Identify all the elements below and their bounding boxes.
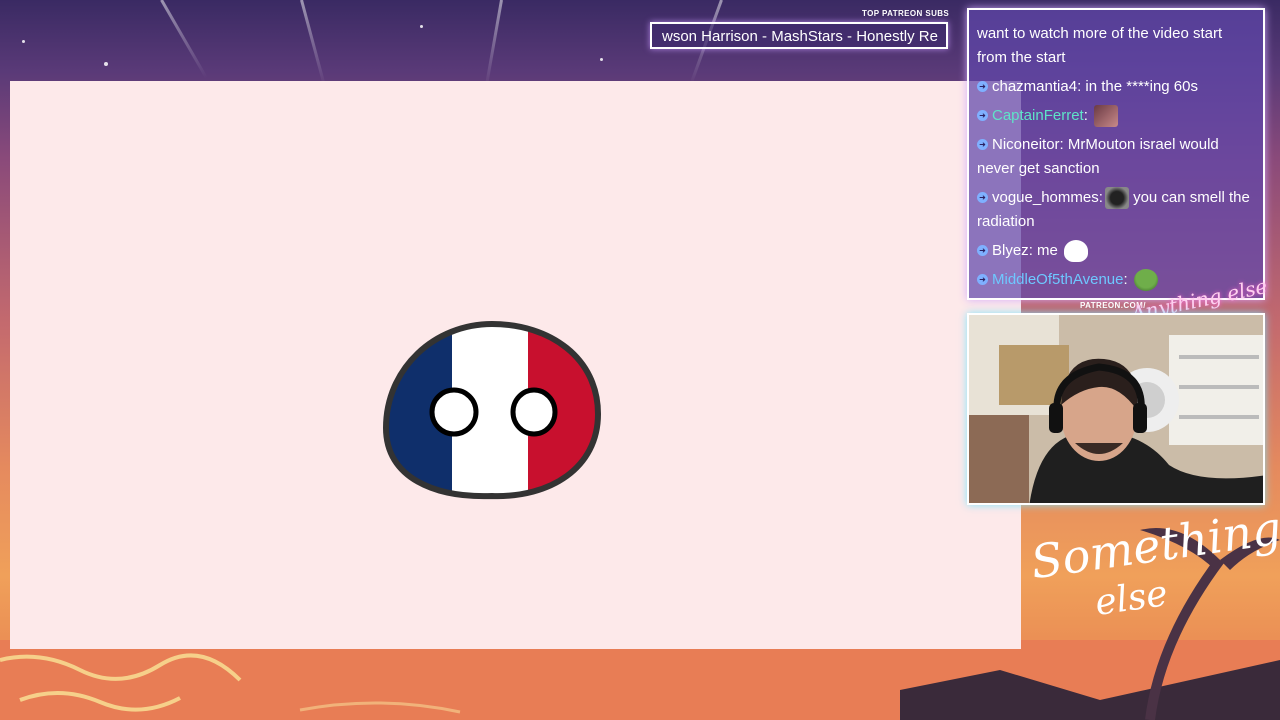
reply-icon: ➜ xyxy=(977,244,988,256)
ticker-text: wson Harrison - MashStars - Honestly Re xyxy=(662,28,938,45)
light-ray xyxy=(300,0,327,88)
chat-username[interactable]: Niconeitor xyxy=(992,136,1060,153)
chat-panel: want to watch more of the video start fr… xyxy=(967,8,1265,300)
chat-messages: want to watch more of the video start fr… xyxy=(977,17,1255,292)
reply-icon: ➜ xyxy=(977,109,988,121)
reply-icon: ➜ xyxy=(977,138,988,150)
chat-username[interactable]: Blyez xyxy=(992,242,1029,259)
chat-message: ➜ vogue_hommes: you can smell the radiati… xyxy=(977,187,1250,230)
star xyxy=(22,40,25,43)
chat-message: ➜ Niconeitor: MrMouton israel would never… xyxy=(977,136,1219,177)
star xyxy=(600,58,603,61)
message-text: want to watch more of the video start fr… xyxy=(977,25,1223,66)
light-ray xyxy=(160,0,208,79)
ghost-emote-icon xyxy=(1064,240,1089,263)
star xyxy=(420,25,423,28)
right-eye xyxy=(510,387,558,437)
star xyxy=(104,62,108,66)
frog-emote-icon xyxy=(1133,269,1158,292)
message-text: me xyxy=(1037,242,1058,259)
webcam-scene xyxy=(969,315,1263,503)
light-ray xyxy=(484,0,503,89)
chat-message: ➜ Blyez: me xyxy=(977,239,1255,263)
france-countryball xyxy=(382,320,602,500)
chat-username[interactable]: chazmantia4 xyxy=(992,78,1077,95)
message-text: in the ****ing 60s xyxy=(1085,78,1198,95)
reply-icon: ➜ xyxy=(977,80,988,92)
patreon-ticker: wson Harrison - MashStars - Honestly Re xyxy=(650,22,948,49)
ticker-label: TOP PATREON SUBS xyxy=(862,9,950,18)
chat-username[interactable]: vogue_hommes xyxy=(992,189,1099,206)
chat-message: ➜ CaptainFerret: xyxy=(977,104,1255,128)
chat-message: ➜ chazmantia4: in the ****ing 60s xyxy=(977,75,1255,99)
skull-emote-icon xyxy=(1104,187,1129,210)
left-eye xyxy=(429,387,479,437)
webcam-feed xyxy=(967,313,1265,505)
reply-icon: ➜ xyxy=(977,273,988,285)
chat-message: want to watch more of the video start fr… xyxy=(977,22,1255,70)
reply-icon: ➜ xyxy=(977,191,988,203)
chat-username[interactable]: CaptainFerret xyxy=(992,107,1084,124)
chat-username[interactable]: MiddleOf5thAvenue xyxy=(992,271,1123,288)
ferret-emote-icon xyxy=(1094,105,1119,128)
